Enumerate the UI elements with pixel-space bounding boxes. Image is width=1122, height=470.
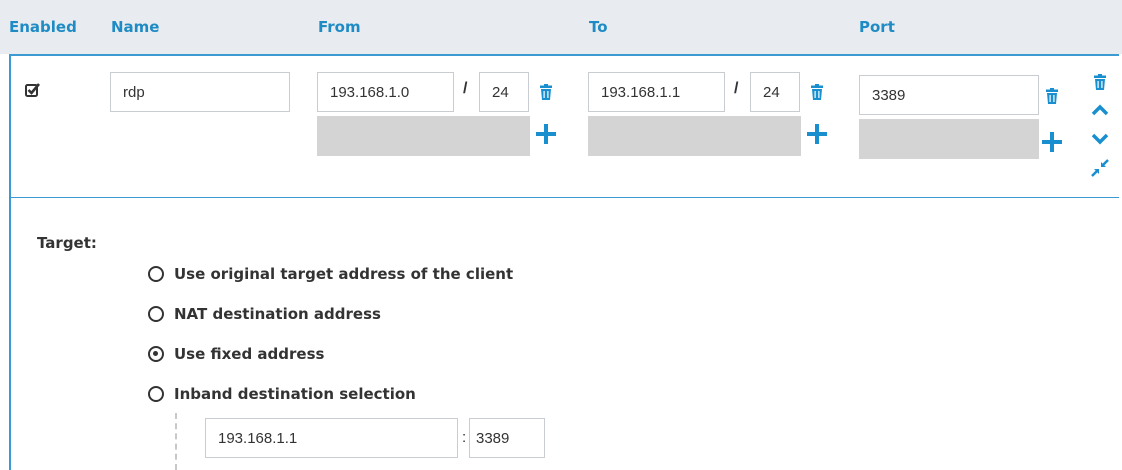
radio-label: Use fixed address [174, 345, 325, 363]
to-disabled-input [588, 116, 801, 156]
radio-label: Use original target address of the clien… [174, 265, 514, 283]
checkbox-checked-icon[interactable] [25, 82, 41, 98]
radio-label: Inband destination selection [174, 385, 416, 403]
trash-icon[interactable] [811, 84, 823, 100]
column-header-port: Port [859, 18, 895, 36]
name-input[interactable]: rdp [110, 72, 290, 112]
trash-icon[interactable] [1094, 74, 1106, 90]
radio-icon[interactable] [148, 386, 164, 402]
from-address-input[interactable]: 193.168.1.0 [317, 72, 454, 112]
row-detail-border [9, 198, 11, 470]
chevron-down-icon[interactable] [1091, 133, 1109, 145]
radio-option-inband-selection[interactable]: Inband destination selection [148, 385, 416, 403]
fixed-port-input[interactable]: 3389 [469, 418, 545, 458]
trash-icon[interactable] [1046, 88, 1058, 104]
to-prefix-input[interactable]: 24 [750, 72, 800, 112]
trash-icon[interactable] [540, 84, 552, 100]
column-header-name: Name [111, 18, 160, 36]
column-header-from: From [318, 18, 361, 36]
target-label: Target: [37, 234, 97, 252]
indent-guide [175, 413, 177, 470]
address-port-separator: : [462, 429, 467, 446]
to-slash: / [734, 80, 739, 97]
port-input[interactable]: 3389 [859, 75, 1039, 115]
plus-icon[interactable] [536, 124, 556, 144]
radio-icon[interactable] [148, 266, 164, 282]
radio-option-nat-destination[interactable]: NAT destination address [148, 305, 381, 323]
column-header-enabled: Enabled [9, 18, 77, 36]
radio-option-original-target[interactable]: Use original target address of the clien… [148, 265, 513, 283]
column-header-to: To [589, 18, 608, 36]
chevron-up-icon[interactable] [1091, 104, 1109, 116]
plus-icon[interactable] [807, 124, 827, 144]
from-prefix-input[interactable]: 24 [479, 72, 529, 112]
radio-label: NAT destination address [174, 305, 381, 323]
fixed-address-input[interactable]: 193.168.1.1 [205, 418, 458, 458]
radio-checked-icon[interactable] [148, 346, 164, 362]
collapse-icon[interactable] [1091, 159, 1109, 177]
from-slash: / [463, 80, 468, 97]
table-header: Enabled Name From To Port [0, 0, 1122, 54]
to-address-input[interactable]: 193.168.1.1 [588, 72, 725, 112]
plus-icon[interactable] [1042, 132, 1062, 152]
port-disabled-input [859, 119, 1039, 159]
radio-icon[interactable] [148, 306, 164, 322]
from-disabled-input [317, 116, 530, 156]
radio-option-fixed-address[interactable]: Use fixed address [148, 345, 324, 363]
